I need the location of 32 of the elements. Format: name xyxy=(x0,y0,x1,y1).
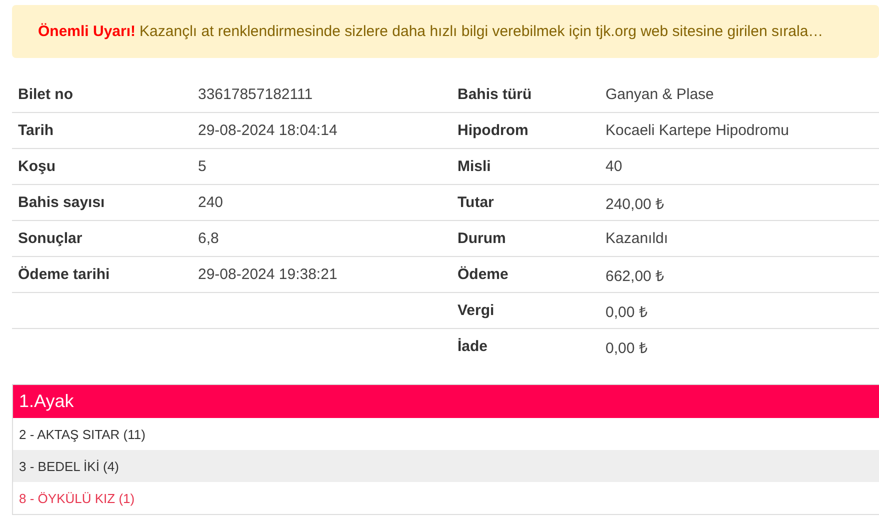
field-label: Bilet no xyxy=(18,86,74,103)
field-label: Hipodrom xyxy=(458,122,530,139)
field-label: Sonuçlar xyxy=(18,230,84,247)
field-label: Bahis türü xyxy=(458,86,533,103)
field-label: Vergi xyxy=(458,302,496,319)
field-value: 0,00 ₺ xyxy=(606,302,648,320)
field-value: 40 xyxy=(606,158,622,175)
horse-row: 3 - BEDEL İKİ (4) xyxy=(13,450,879,482)
field-label: Bahis sayısı xyxy=(18,194,106,211)
field-label: Ödeme tarihi xyxy=(18,266,111,283)
field-value: 0,00 ₺ xyxy=(606,338,648,356)
field-value: 29-08-2024 19:38:21 xyxy=(198,266,338,283)
field-label: Ödeme xyxy=(458,266,510,283)
field-value: 33617857182111 xyxy=(198,86,313,103)
field-value: 240 xyxy=(198,194,224,211)
field-value: 29-08-2024 18:04:14 xyxy=(198,122,338,139)
field-value: Kocaeli Kartepe Hipodromu xyxy=(606,122,789,139)
field-value: 240,00 ₺ xyxy=(606,194,665,212)
field-label: Tarih xyxy=(18,122,55,139)
field-label: Misli xyxy=(458,158,492,175)
field-value: Kazanıldı xyxy=(606,230,668,247)
field-label: Koşu xyxy=(18,158,56,175)
leg-header: 1.Ayak xyxy=(13,385,879,418)
field-value: 662,00 ₺ xyxy=(606,266,665,284)
field-value: Ganyan & Plase xyxy=(606,86,714,103)
field-value: 5 xyxy=(198,158,206,175)
field-label: Tutar xyxy=(458,194,495,211)
field-label: İade xyxy=(458,338,489,355)
notice-text: Kazançlı at renklendirmesinde sizlere daha hızlı bilgi verebilmek için tjk.org web sitesine girilen sırala… xyxy=(140,23,824,40)
field-label: Durum xyxy=(458,230,507,247)
field-value: 6,8 xyxy=(198,230,219,247)
notice-label: Önemli Uyarı! xyxy=(38,23,136,40)
